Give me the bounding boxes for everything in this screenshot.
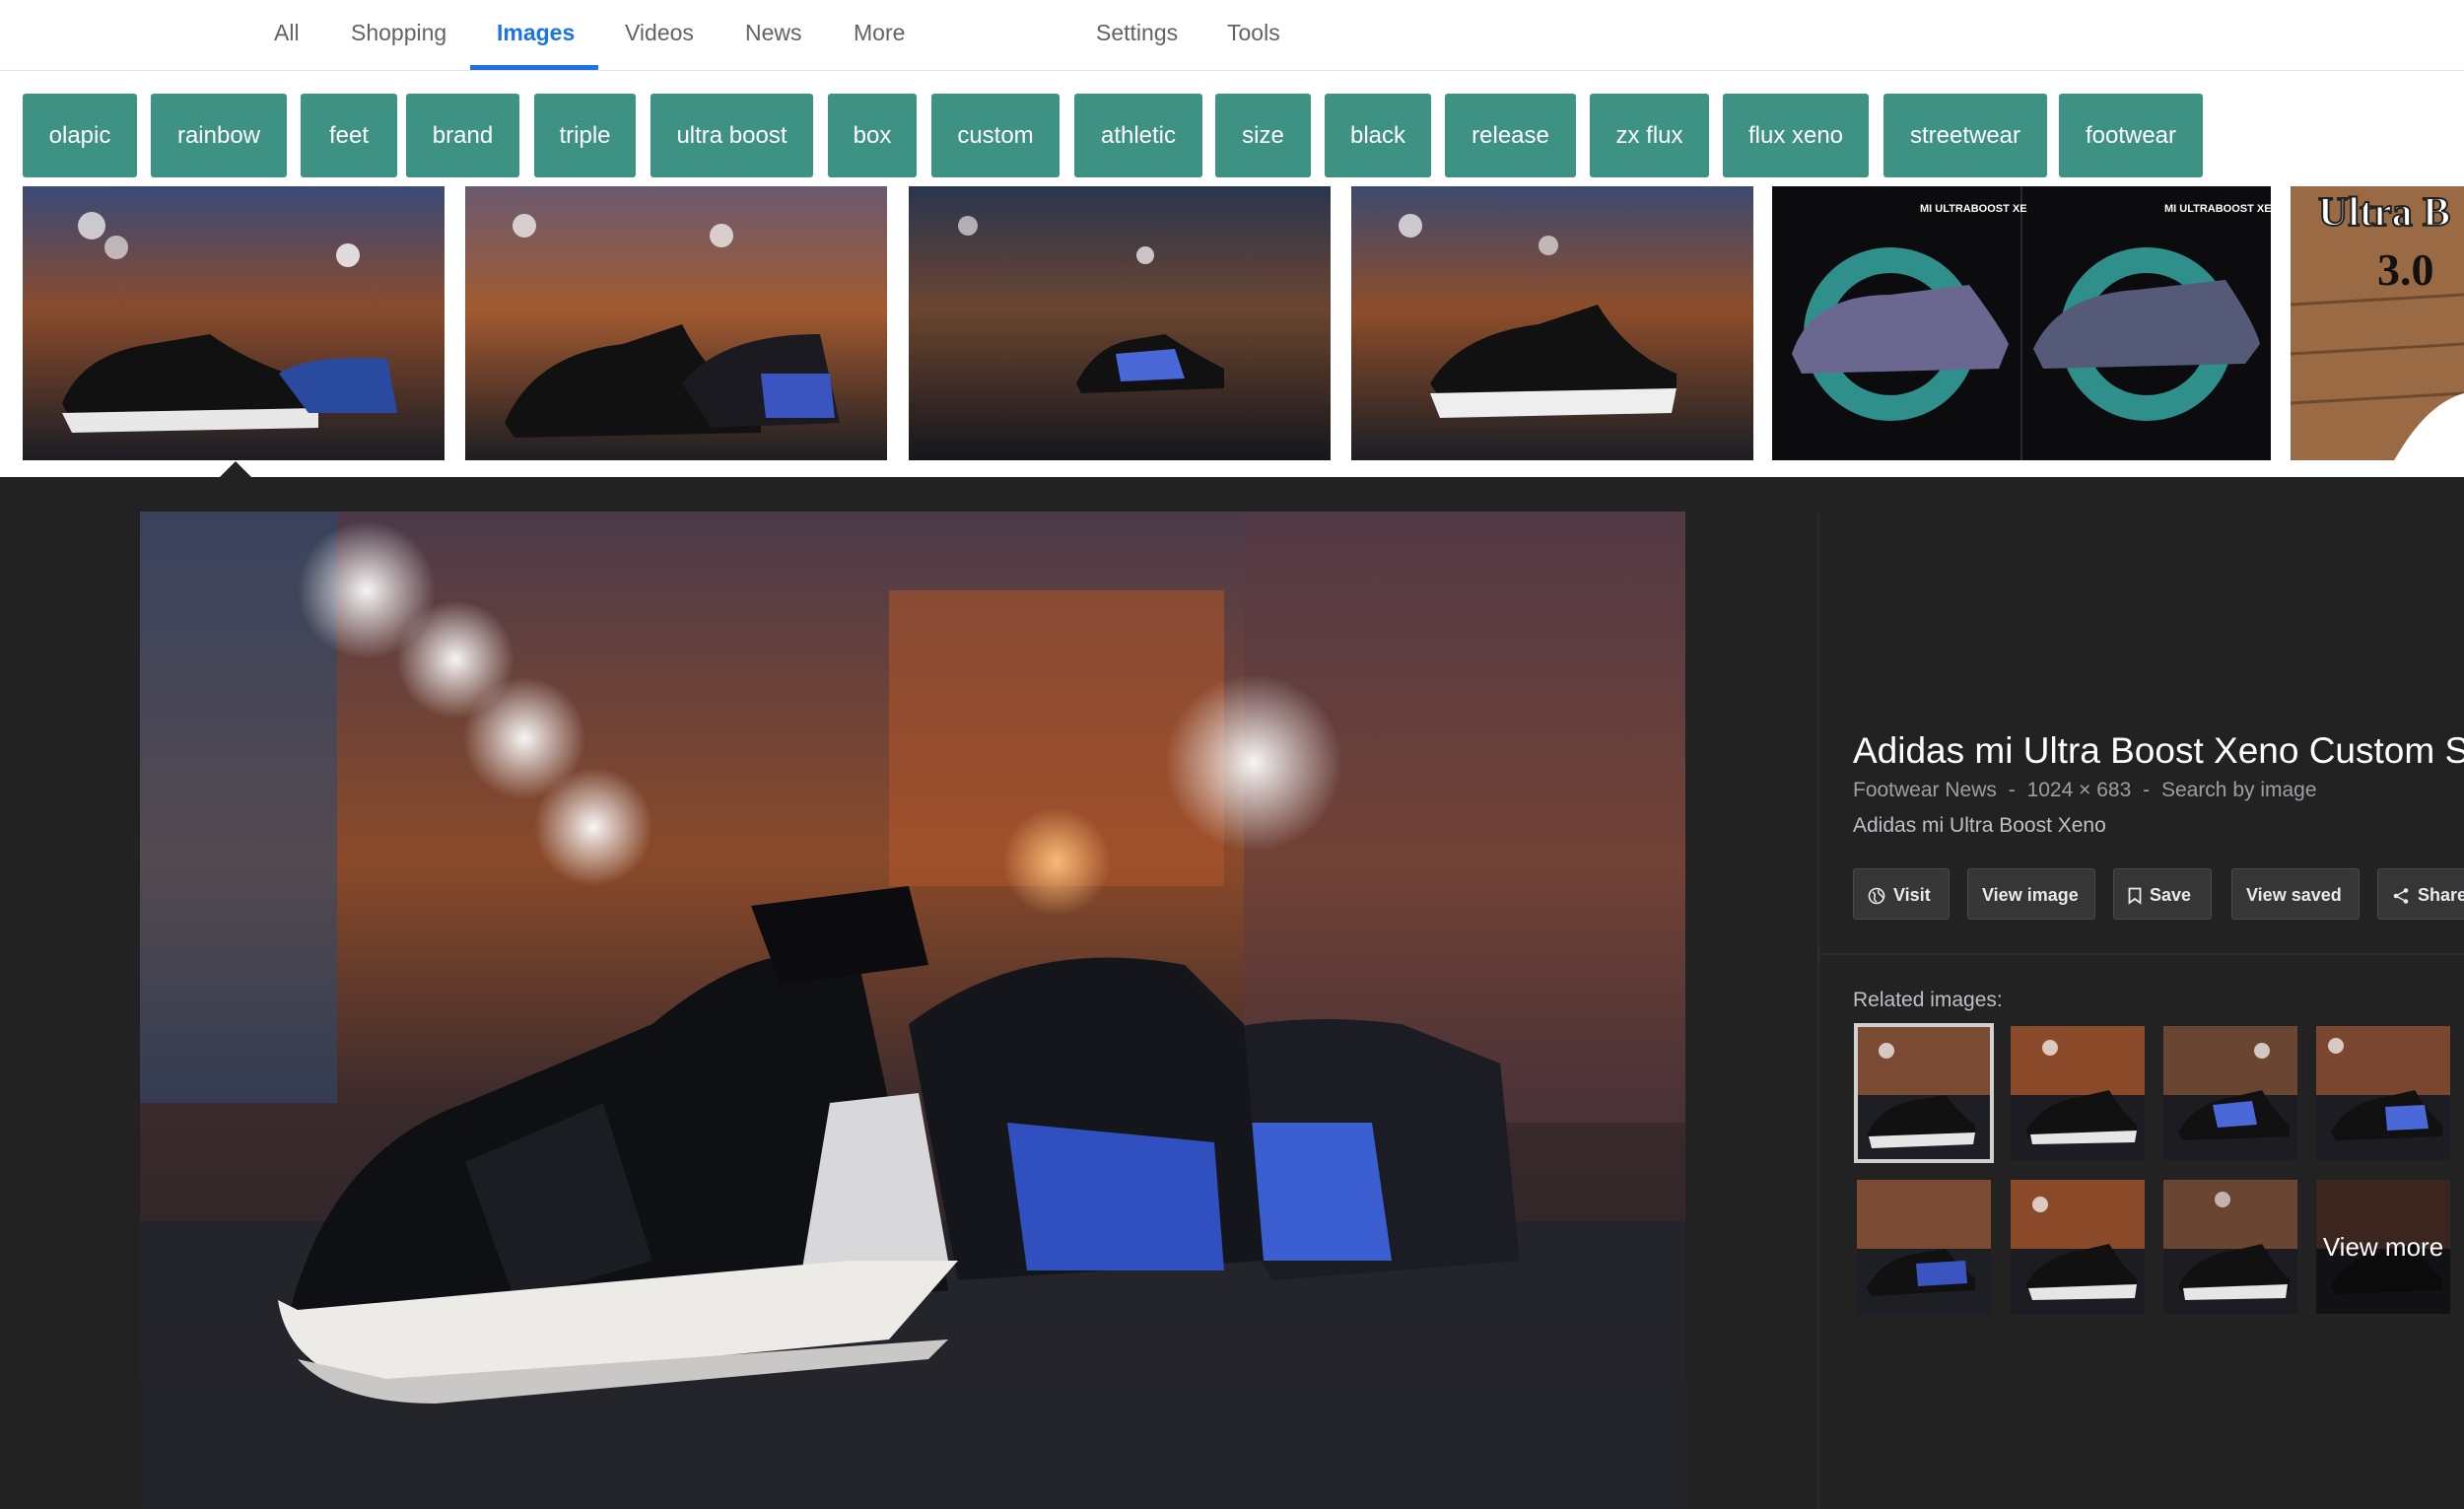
chip-streetwear[interactable]: streetwear: [1883, 94, 2047, 177]
settings-link[interactable]: Settings: [1096, 0, 1178, 70]
chip-olapic[interactable]: olapic: [23, 94, 137, 177]
thumbnail-4[interactable]: [1351, 186, 1753, 460]
image-details-panel: Adidas mi Ultra Boost Xeno Custom S Foot…: [1819, 512, 2464, 1509]
related-image-photo: [1857, 1026, 1991, 1160]
active-tab-indicator: [470, 65, 598, 70]
related-image[interactable]: [2163, 1180, 2297, 1314]
chip-rainbow[interactable]: rainbow: [151, 94, 287, 177]
selected-thumbnail-caret: [219, 461, 252, 478]
image-title[interactable]: Adidas mi Ultra Boost Xeno Custom S: [1853, 730, 2464, 772]
thumbnail-1[interactable]: [23, 186, 445, 460]
thumbnail-5[interactable]: MI ULTRABOOST XE MI ULTRABOOST XE: [1772, 186, 2271, 460]
globe-icon: [1868, 887, 1885, 905]
related-image[interactable]: [1857, 1180, 1991, 1314]
share-label: Share: [2418, 885, 2464, 905]
thumbnail-2[interactable]: [465, 186, 887, 460]
view-image-button[interactable]: View image: [1967, 868, 2095, 920]
sneaker-photo-thumb: [465, 186, 887, 460]
partial-thumb-version: 3.0: [2377, 244, 2434, 295]
meta-separator: -: [2143, 779, 2151, 801]
tab-images[interactable]: Images: [497, 0, 575, 70]
thumbnail-3[interactable]: [909, 186, 1331, 460]
thumbnail-6[interactable]: Ultra B 3.0: [2291, 186, 2464, 460]
panel-separator: [1819, 953, 2464, 955]
chip-brand[interactable]: brand: [406, 94, 519, 177]
chip-athletic[interactable]: athletic: [1074, 94, 1202, 177]
image-source[interactable]: Footwear News: [1853, 779, 1997, 801]
view-more-related[interactable]: View more: [2316, 1180, 2450, 1314]
results-strip: olapic rainbow feet brand triple ultra b…: [0, 71, 2464, 477]
related-image-photo: [2011, 1180, 2145, 1314]
chip-custom[interactable]: custom: [931, 94, 1060, 177]
poster-caption-right: MI ULTRABOOST XE: [2164, 203, 2271, 215]
view-image-label: View image: [1982, 885, 2079, 905]
related-image[interactable]: [2163, 1026, 2297, 1160]
view-saved-button[interactable]: View saved: [2231, 868, 2360, 920]
related-image-photo: [2163, 1026, 2297, 1160]
poster-caption-left: MI ULTRABOOST XE: [1920, 203, 2027, 215]
related-image-photo: [2163, 1180, 2297, 1314]
sneaker-preview-photo: [140, 512, 1685, 1509]
image-meta: Footwear News - 1024 × 683 - Search by i…: [1853, 779, 2323, 802]
chip-feet[interactable]: feet: [301, 94, 397, 177]
bookmark-icon: [2128, 887, 2142, 906]
visit-label: Visit: [1893, 885, 1931, 905]
tab-news[interactable]: News: [745, 0, 802, 70]
chip-box[interactable]: box: [828, 94, 917, 177]
sneaker-photo-thumb: [909, 186, 1331, 460]
view-saved-label: View saved: [2246, 885, 2342, 905]
chip-zx-flux[interactable]: zx flux: [1590, 94, 1709, 177]
chip-ultra-boost[interactable]: ultra boost: [650, 94, 813, 177]
save-button[interactable]: Save: [2113, 868, 2212, 920]
related-image[interactable]: [1854, 1023, 1994, 1163]
image-dimensions: 1024 × 683: [2026, 779, 2132, 801]
meta-separator: -: [2008, 779, 2016, 801]
partial-thumb: Ultra B 3.0: [2291, 186, 2464, 460]
search-by-image-link[interactable]: Search by image: [2161, 779, 2317, 801]
tab-all[interactable]: All: [274, 0, 300, 70]
chip-flux-xeno[interactable]: flux xeno: [1723, 94, 1869, 177]
related-image-photo: [2316, 1026, 2450, 1160]
visit-button[interactable]: Visit: [1853, 868, 1950, 920]
tools-link[interactable]: Tools: [1227, 0, 1280, 70]
image-description: Adidas mi Ultra Boost Xeno: [1853, 814, 2106, 837]
related-images-label: Related images:: [1853, 989, 2003, 1011]
chip-footwear[interactable]: footwear: [2059, 94, 2203, 177]
sneaker-photo-thumb: [1351, 186, 1753, 460]
related-image[interactable]: [2316, 1026, 2450, 1160]
share-icon: [2392, 887, 2410, 905]
share-button[interactable]: Share: [2377, 868, 2464, 920]
related-image[interactable]: [2011, 1180, 2145, 1314]
preview-image[interactable]: [140, 512, 1685, 1509]
save-label: Save: [2150, 885, 2192, 905]
search-tabs-bar: All Shopping Images Videos News More Set…: [0, 0, 2464, 71]
promo-poster-thumb: MI ULTRABOOST XE MI ULTRABOOST XE: [1772, 186, 2271, 460]
chip-triple[interactable]: triple: [534, 94, 636, 177]
partial-thumb-title: Ultra B: [2318, 190, 2450, 236]
chip-black[interactable]: black: [1325, 94, 1431, 177]
related-image[interactable]: [2011, 1026, 2145, 1160]
related-image-photo: [1857, 1180, 1991, 1314]
related-image-photo: [2011, 1026, 2145, 1160]
tab-videos[interactable]: Videos: [625, 0, 694, 70]
view-more-label: View more: [2316, 1180, 2450, 1314]
chip-size[interactable]: size: [1215, 94, 1311, 177]
tab-shopping[interactable]: Shopping: [351, 0, 446, 70]
tab-more[interactable]: More: [854, 0, 905, 70]
sneaker-photo-thumb: [23, 186, 445, 460]
chip-release[interactable]: release: [1445, 94, 1576, 177]
